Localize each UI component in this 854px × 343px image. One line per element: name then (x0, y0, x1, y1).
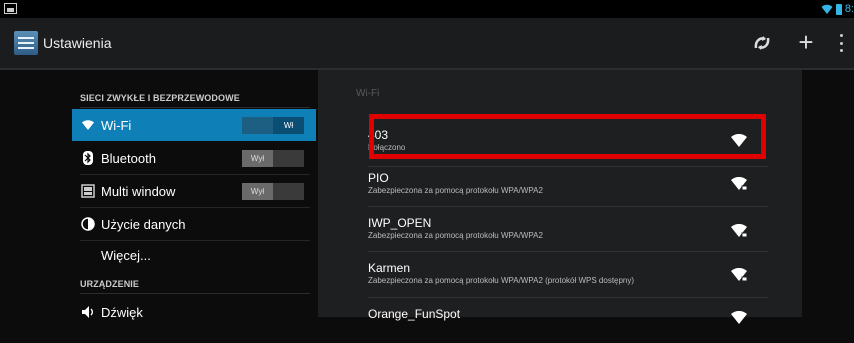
battery-icon (835, 3, 842, 15)
section-header-wireless: SIECI ZWYKŁE I BEZPRZEWODOWE (80, 93, 310, 108)
status-time: 8: (844, 3, 854, 15)
sidebar-item-label: Dźwięk (101, 305, 143, 320)
wps-sync-icon[interactable] (752, 33, 772, 53)
status-wifi-icon (821, 4, 833, 14)
sidebar-item-label: Użycie danych (101, 217, 186, 232)
wifi-panel: Wi-Fi 403 Połączono PIO Zabezpieczona za… (318, 70, 802, 324)
wifi-secured-icon (731, 268, 747, 282)
network-status: Zabezpieczona za pomocą protokołu WPA/WP… (368, 186, 543, 195)
wifi-panel-header: Wi-Fi (356, 88, 380, 99)
right-margin (802, 70, 854, 317)
multi-window-toggle[interactable]: Wył (242, 183, 304, 200)
wifi-toggle[interactable]: Wł (242, 117, 304, 134)
sidebar-item-multi-window[interactable]: Multi window Wył (72, 175, 316, 207)
page-title: Ustawienia (43, 35, 112, 51)
network-name: Karmen (368, 261, 411, 275)
status-bar: 8: (0, 0, 854, 18)
sidebar-item-bluetooth[interactable]: Bluetooth Wył (72, 142, 316, 174)
multi-window-icon (81, 184, 95, 198)
wifi-icon (82, 120, 94, 130)
notification-image-icon (4, 3, 17, 14)
overflow-menu-icon[interactable] (838, 34, 844, 52)
network-item-pio[interactable]: PIO Zabezpieczona za pomocą protokołu WP… (368, 171, 768, 207)
divider (368, 206, 768, 207)
sidebar-item-data-usage[interactable]: Użycie danych (72, 208, 316, 240)
sidebar-item-label: Wi-Fi (101, 118, 132, 133)
data-usage-icon (81, 217, 95, 231)
divider (368, 251, 768, 252)
sidebar-item-wifi[interactable]: Wi-Fi Wł (72, 109, 316, 141)
sidebar-item-label: Multi window (101, 184, 176, 199)
divider (368, 166, 768, 167)
highlight-box (369, 114, 766, 159)
wifi-secured-icon (731, 224, 747, 238)
network-status: Zabezpieczona za pomocą protokołu WPA/WP… (368, 231, 543, 240)
action-bar: Ustawienia + (0, 18, 854, 70)
status-icons: 8: (821, 2, 854, 16)
sidebar-item-label: Więcej... (101, 248, 151, 263)
network-item-orange-funspot[interactable]: Orange_FunSpot (368, 307, 768, 343)
network-name: PIO (368, 171, 389, 185)
add-network-icon[interactable]: + (792, 28, 820, 56)
sidebar-item-sound[interactable]: Dźwięk (72, 297, 316, 329)
network-name: Orange_FunSpot (368, 307, 461, 321)
section-header-device: URZĄDZENIE (80, 279, 310, 294)
wifi-secured-icon (731, 177, 747, 191)
network-status: Zabezpieczona za pomocą protokołu WPA/WP… (368, 276, 635, 285)
divider (368, 297, 768, 298)
network-item-karmen[interactable]: Karmen Zabezpieczona za pomocą protokołu… (368, 261, 768, 297)
wifi-signal-icon (731, 311, 747, 324)
bluetooth-toggle[interactable]: Wył (242, 150, 304, 167)
bluetooth-icon (83, 151, 93, 165)
settings-app-icon[interactable] (14, 31, 38, 55)
sidebar-item-more[interactable]: Więcej... (72, 241, 316, 273)
network-name: IWP_OPEN (368, 216, 432, 230)
network-item-iwp-open[interactable]: IWP_OPEN Zabezpieczona za pomocą protoko… (368, 216, 768, 252)
sidebar-item-label: Bluetooth (101, 151, 156, 166)
